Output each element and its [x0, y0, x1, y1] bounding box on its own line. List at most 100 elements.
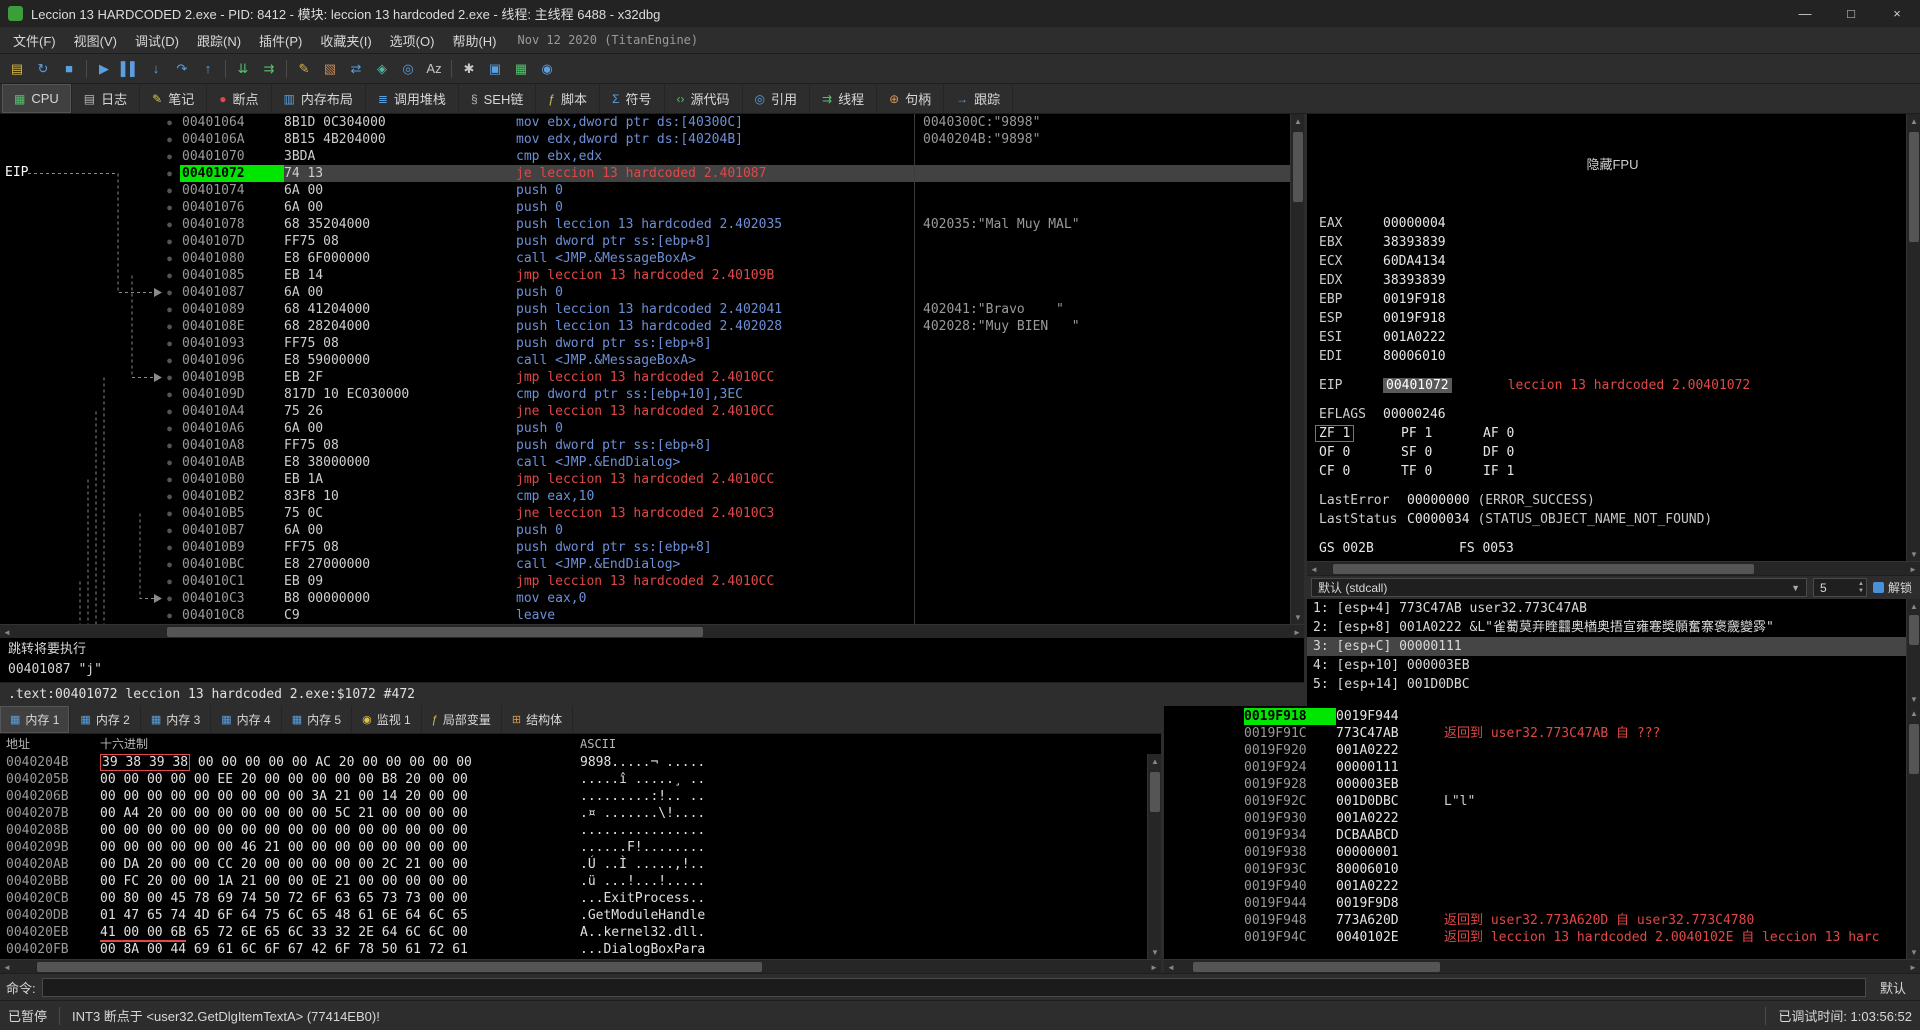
scrollbar-thumb[interactable]: [1193, 962, 1441, 972]
titlebar[interactable]: Leccion 13 HARDCODED 2.exe - PID: 8412 -…: [0, 0, 1920, 27]
disasm-row[interactable]: ●004010703BDAcmp ebx,edx: [0, 148, 1290, 165]
dump-row[interactable]: 004020BB00 FC 20 00 00 1A 21 00 00 0E 21…: [0, 873, 1147, 890]
disasm-row[interactable]: ●00401096E8 59000000call <JMP.&MessageBo…: [0, 352, 1290, 369]
registers-vertical-scrollbar[interactable]: ▲ ▼: [1906, 114, 1920, 561]
disasm-row[interactable]: ●004010C3B8 00000000mov eax,0: [0, 590, 1290, 607]
disassembly-vertical-scrollbar[interactable]: ▲ ▼: [1290, 114, 1304, 624]
disassembly-horizontal-scrollbar[interactable]: ◄ ►: [0, 624, 1304, 638]
breakpoint-dot[interactable]: ●: [0, 556, 180, 573]
stack-value[interactable]: 773C47AB: [1336, 725, 1444, 742]
breakpoint-dot[interactable]: ●: [0, 369, 180, 386]
disasm-row[interactable]: ●004010876A 00push 0: [0, 284, 1290, 301]
command-profile[interactable]: 默认: [1872, 978, 1914, 997]
breakpoint-dot[interactable]: ●: [0, 182, 180, 199]
dump-horizontal-scrollbar[interactable]: ◄ ►: [0, 959, 1161, 973]
stack-value[interactable]: 773A620D: [1336, 912, 1444, 929]
register-value[interactable]: 00000000: [1407, 493, 1477, 508]
stop-icon[interactable]: ■: [57, 57, 81, 81]
flag-if[interactable]: IF 1: [1483, 462, 1565, 481]
stack-row[interactable]: 0019F940001A0222: [1164, 878, 1906, 895]
flag-of[interactable]: OF 0: [1319, 443, 1401, 462]
dump-row[interactable]: 004020CB00 80 00 45 78 69 74 50 72 6F 63…: [0, 890, 1147, 907]
breakpoint-dot[interactable]: ●: [0, 250, 180, 267]
dump-row[interactable]: 0040204B39 38 39 38 00 00 00 00 00 AC 20…: [0, 754, 1147, 771]
breakpoint-dot[interactable]: ●: [0, 471, 180, 488]
dump-row[interactable]: 0040209B00 00 00 00 00 00 46 21 00 00 00…: [0, 839, 1147, 856]
tab-call-stack[interactable]: ≣调用堆栈: [366, 84, 459, 113]
disasm-row[interactable]: ●004010C1EB 09jmp leccion 13 hardcoded 2…: [0, 573, 1290, 590]
breakpoint-dot[interactable]: ●: [0, 437, 180, 454]
disasm-row[interactable]: ●004010A8FF75 08push dword ptr ss:[ebp+8…: [0, 437, 1290, 454]
scroll-left-icon[interactable]: ◄: [1307, 562, 1321, 576]
stack-vertical-scrollbar[interactable]: ▲ ▼: [1906, 706, 1920, 959]
scroll-down-icon[interactable]: ▼: [1148, 945, 1162, 959]
scroll-right-icon[interactable]: ►: [1147, 960, 1161, 974]
register-value[interactable]: 80006010: [1383, 349, 1446, 364]
disasm-row[interactable]: ●0040108E68 28204000push leccion 13 hard…: [0, 318, 1290, 335]
breakpoint-dot[interactable]: ●: [0, 522, 180, 539]
scroll-down-icon[interactable]: ▼: [1907, 945, 1920, 959]
scroll-up-icon[interactable]: ▲: [1148, 754, 1162, 768]
disasm-row[interactable]: ●0040107868 35204000push leccion 13 hard…: [0, 216, 1290, 233]
sort-az-icon[interactable]: Az: [422, 57, 446, 81]
breakpoint-dot[interactable]: ●: [0, 216, 180, 233]
scroll-left-icon[interactable]: ◄: [0, 960, 14, 974]
registers-horizontal-scrollbar[interactable]: ◄ ►: [1307, 561, 1920, 575]
trace-over-icon[interactable]: ⇉: [257, 57, 281, 81]
tab-dump-5[interactable]: ▦内存 5: [282, 706, 352, 733]
tab-cpu[interactable]: ▦CPU: [2, 84, 72, 113]
scrollbar-thumb[interactable]: [1333, 564, 1754, 574]
scroll-right-icon[interactable]: ►: [1906, 960, 1920, 974]
disasm-row[interactable]: ●0040107274 13je leccion 13 hardcoded 2.…: [0, 165, 1290, 182]
stack-value[interactable]: 0019F944: [1336, 708, 1444, 725]
breakpoint-dot[interactable]: ●: [0, 607, 180, 624]
step-over-icon[interactable]: ↷: [170, 57, 194, 81]
execute-till-return-icon[interactable]: ↑: [196, 57, 220, 81]
breakpoint-dot[interactable]: ●: [0, 454, 180, 471]
stack-row[interactable]: 0019F94C0040102E返回到 leccion 13 hardcoded…: [1164, 929, 1906, 946]
breakpoint-dot[interactable]: ●: [0, 267, 180, 284]
scroll-right-icon[interactable]: ►: [1906, 562, 1920, 576]
menu-item[interactable]: 帮助(H): [443, 27, 505, 54]
disasm-row[interactable]: ●004010C8C9leave: [0, 607, 1290, 624]
disasm-row[interactable]: ●004010648B1D 0C304000mov ebx,dword ptr …: [0, 114, 1290, 131]
flag-cf[interactable]: CF 0: [1319, 462, 1401, 481]
scrollbar-thumb[interactable]: [1293, 132, 1303, 202]
breakpoint-dot[interactable]: ●: [0, 539, 180, 556]
run-icon[interactable]: ▶: [92, 57, 116, 81]
scrollbar-thumb[interactable]: [1909, 724, 1919, 774]
disasm-row[interactable]: ●0040106A8B15 4B204000mov edx,dword ptr …: [0, 131, 1290, 148]
register-value[interactable]: 60DA4134: [1383, 254, 1446, 269]
breakpoint-dot[interactable]: ●: [0, 233, 180, 250]
stack-value[interactable]: 00000111: [1336, 759, 1444, 776]
breakpoint-dot[interactable]: ●: [0, 335, 180, 352]
scroll-left-icon[interactable]: ◄: [0, 625, 14, 639]
dump-row[interactable]: 0040205B00 00 00 00 00 EE 20 00 00 00 00…: [0, 771, 1147, 788]
stack-row[interactable]: 0019F9440019F9D8: [1164, 895, 1906, 912]
assemble-icon[interactable]: ✎: [292, 57, 316, 81]
stack-row[interactable]: 0019F92C001D0DBCL"l": [1164, 793, 1906, 810]
argument-row[interactable]: 5: [esp+14] 001D0DBC: [1307, 675, 1906, 694]
breakpoint-dot[interactable]: ●: [0, 114, 180, 131]
disasm-row[interactable]: ●00401085EB 14jmp leccion 13 hardcoded 2…: [0, 267, 1290, 284]
segment-gs[interactable]: GS 002B: [1319, 539, 1459, 558]
dump-row[interactable]: 0040207B00 A4 20 00 00 00 00 00 00 00 5C…: [0, 805, 1147, 822]
disasm-row[interactable]: ●0040107DFF75 08push dword ptr ss:[ebp+8…: [0, 233, 1290, 250]
disasm-row[interactable]: ●004010B283F8 10cmp eax,10: [0, 488, 1290, 505]
cpu-chip-icon[interactable]: ▦: [509, 57, 533, 81]
breakpoint-dot[interactable]: ●: [0, 284, 180, 301]
menu-item[interactable]: 插件(P): [250, 27, 311, 54]
stack-row[interactable]: 0019F934DCBAABCD: [1164, 827, 1906, 844]
arguments-vertical-scrollbar[interactable]: ▲ ▼: [1906, 599, 1920, 706]
stack-row[interactable]: 0019F91C773C47AB返回到 user32.773C47AB 自 ??…: [1164, 725, 1906, 742]
tab-seh-chain[interactable]: §SEH链: [459, 84, 536, 113]
flag-df[interactable]: DF 0: [1483, 443, 1565, 462]
breakpoint-dot[interactable]: ●: [0, 352, 180, 369]
argument-row[interactable]: 4: [esp+10] 000003EB: [1307, 656, 1906, 675]
flag-zf[interactable]: ZF 1: [1319, 424, 1401, 443]
command-input[interactable]: [42, 978, 1866, 997]
restart-icon[interactable]: ↻: [31, 57, 55, 81]
breakpoint-dot[interactable]: ●: [0, 318, 180, 335]
stack-value[interactable]: 001A0222: [1336, 810, 1444, 827]
stack-row[interactable]: 0019F93800000001: [1164, 844, 1906, 861]
